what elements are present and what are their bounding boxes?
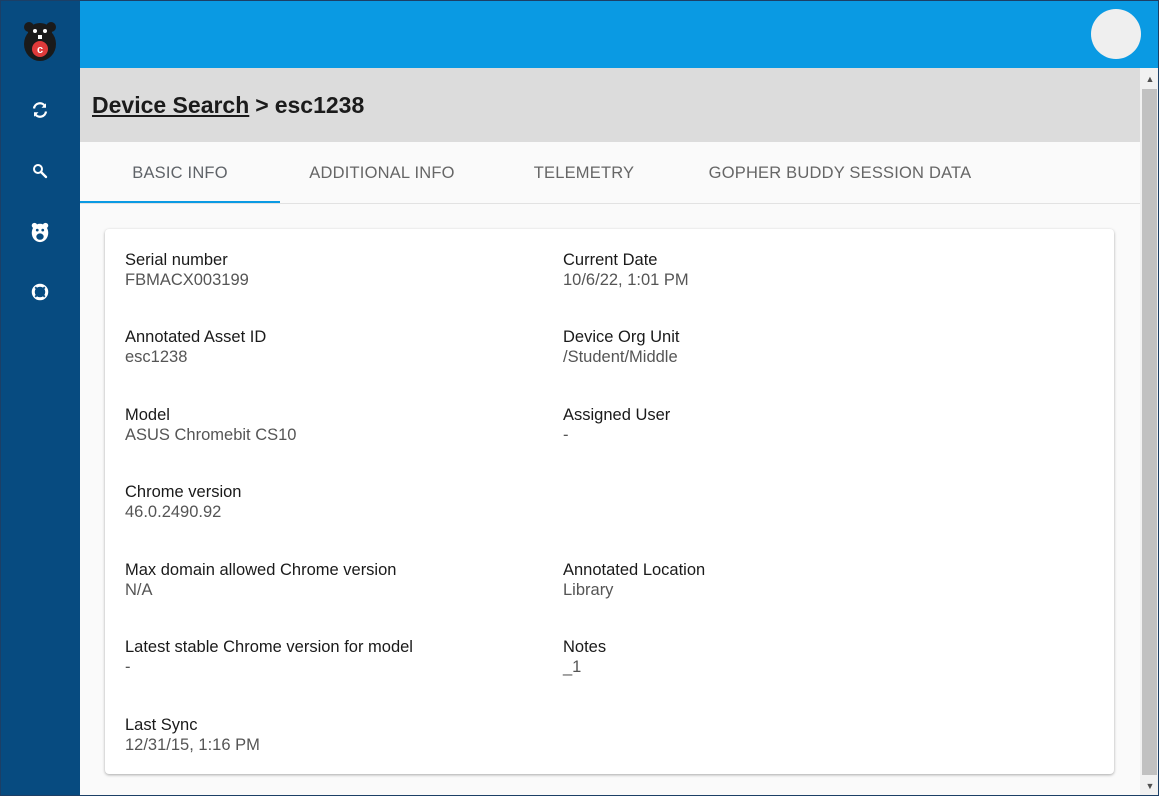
sync-icon[interactable] bbox=[27, 97, 53, 123]
tab-bar: BASIC INFO ADDITIONAL INFO TELEMETRY GOP… bbox=[80, 142, 1140, 204]
scroll-up-arrow-icon[interactable]: ▲ bbox=[1140, 70, 1158, 88]
field-value: /Student/Middle bbox=[563, 348, 678, 366]
field-annotated-asset-id: Annotated Asset ID esc1238 bbox=[125, 327, 266, 367]
field-label: Notes bbox=[563, 638, 607, 656]
field-annotated-location: Annotated Location Library bbox=[563, 560, 705, 600]
tab-additional-info[interactable]: ADDITIONAL INFO bbox=[282, 142, 482, 204]
field-label: Device Org Unit bbox=[563, 328, 680, 346]
active-tab-indicator bbox=[80, 201, 280, 203]
field-label: Serial number bbox=[125, 251, 228, 269]
field-label: Annotated Location bbox=[563, 561, 706, 579]
field-latest-stable-chrome-version: Latest stable Chrome version for model - bbox=[125, 637, 413, 677]
field-value: N/A bbox=[125, 581, 153, 599]
field-value: - bbox=[563, 426, 569, 444]
field-label: Last Sync bbox=[125, 716, 198, 734]
breadcrumb: Device Search > esc1238 bbox=[80, 68, 1140, 142]
svg-text:c: c bbox=[37, 44, 43, 56]
field-value: 10/6/22, 1:01 PM bbox=[563, 271, 689, 289]
scroll-down-arrow-icon[interactable]: ▼ bbox=[1140, 777, 1158, 795]
field-device-org-unit: Device Org Unit /Student/Middle bbox=[563, 327, 679, 367]
field-chrome-version: Chrome version 46.0.2490.92 bbox=[125, 482, 241, 522]
avatar[interactable] bbox=[1091, 9, 1141, 59]
field-value: FBMACX003199 bbox=[125, 271, 249, 289]
tab-gopher-buddy-session-data[interactable]: GOPHER BUDDY SESSION DATA bbox=[694, 142, 986, 204]
field-current-date: Current Date 10/6/22, 1:01 PM bbox=[563, 250, 689, 290]
lifebuoy-icon[interactable] bbox=[27, 279, 53, 305]
app-window: c Device Search > esc1238 BASIC INFO ADD… bbox=[0, 0, 1159, 796]
field-assigned-user: Assigned User - bbox=[563, 405, 670, 445]
breadcrumb-separator: > bbox=[255, 91, 269, 118]
vertical-scrollbar[interactable]: ▲ ▼ bbox=[1140, 68, 1158, 795]
top-bar bbox=[80, 1, 1158, 68]
field-label: Chrome version bbox=[125, 483, 242, 501]
field-label: Max domain allowed Chrome version bbox=[125, 561, 397, 579]
gopher-icon[interactable] bbox=[27, 219, 53, 245]
scroll-thumb[interactable] bbox=[1142, 89, 1157, 775]
gopher-logo: c bbox=[20, 18, 60, 62]
field-last-sync: Last Sync 12/31/15, 1:16 PM bbox=[125, 715, 260, 755]
field-model: Model ASUS Chromebit CS10 bbox=[125, 405, 297, 445]
sidebar: c bbox=[1, 1, 80, 795]
search-icon[interactable] bbox=[27, 158, 53, 184]
field-value: 46.0.2490.92 bbox=[125, 503, 222, 521]
field-value: _1 bbox=[563, 658, 582, 676]
field-value: ASUS Chromebit CS10 bbox=[125, 426, 297, 444]
tab-telemetry[interactable]: TELEMETRY bbox=[484, 142, 684, 204]
tab-basic-info[interactable]: BASIC INFO bbox=[80, 142, 280, 204]
main-content: Device Search > esc1238 BASIC INFO ADDIT… bbox=[80, 68, 1140, 795]
field-value: esc1238 bbox=[125, 348, 188, 366]
field-label: Latest stable Chrome version for model bbox=[125, 638, 413, 656]
field-label: Current Date bbox=[563, 251, 658, 269]
field-value: 12/31/15, 1:16 PM bbox=[125, 736, 260, 754]
field-label: Annotated Asset ID bbox=[125, 328, 267, 346]
field-value: Library bbox=[563, 581, 614, 599]
breadcrumb-current: esc1238 bbox=[274, 91, 365, 118]
field-label: Assigned User bbox=[563, 406, 671, 424]
field-notes: Notes _1 bbox=[563, 637, 606, 677]
field-label: Model bbox=[125, 406, 170, 424]
field-max-domain-chrome-version: Max domain allowed Chrome version N/A bbox=[125, 560, 396, 600]
breadcrumb-link-device-search[interactable]: Device Search bbox=[92, 92, 249, 119]
device-info-card: Serial number FBMACX003199 Annotated Ass… bbox=[105, 229, 1114, 774]
field-value: - bbox=[125, 658, 131, 676]
field-serial-number: Serial number FBMACX003199 bbox=[125, 250, 249, 290]
